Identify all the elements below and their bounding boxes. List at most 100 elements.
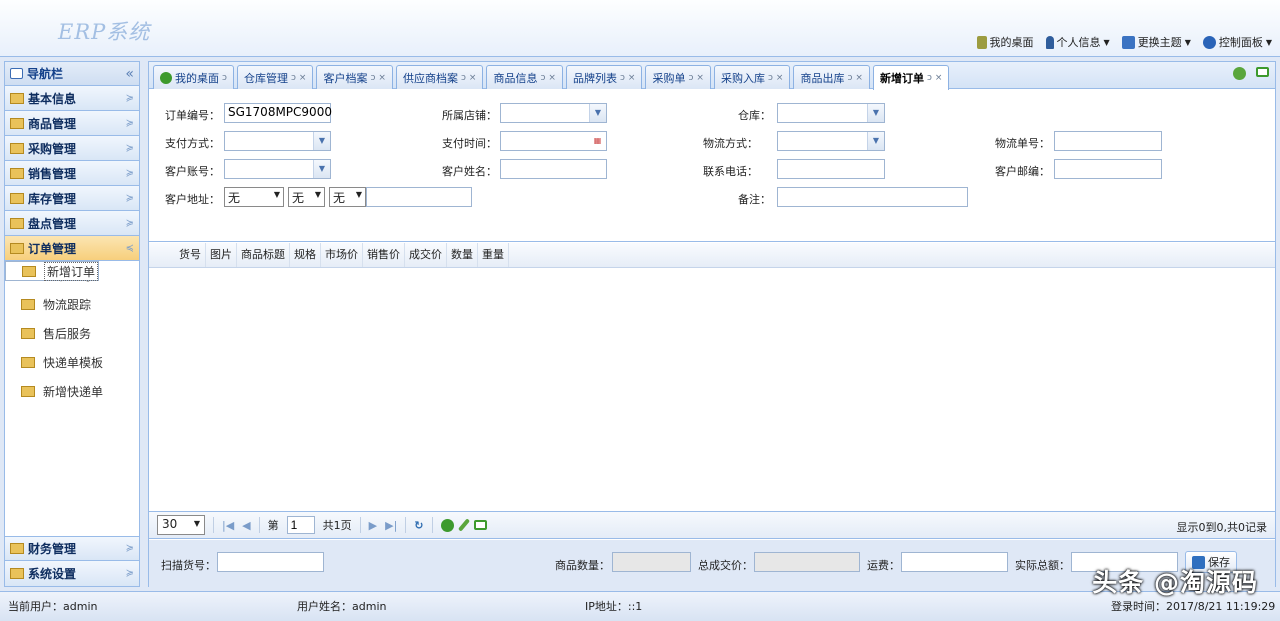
- refresh-icon[interactable]: ↄ: [847, 73, 852, 83]
- logistics-method-select[interactable]: ▼: [777, 131, 885, 151]
- prev-page-icon[interactable]: ◀: [242, 519, 250, 532]
- close-icon[interactable]: ×: [935, 73, 943, 83]
- city-select[interactable]: 无 ▼: [288, 187, 325, 207]
- last-page-icon[interactable]: ▶|: [385, 519, 397, 532]
- topnav-desktop[interactable]: 我的桌面: [976, 34, 1034, 50]
- tab-supplier[interactable]: 供应商档案 ↄ ×: [395, 65, 484, 89]
- sidebar-group-orders[interactable]: 订单管理 ≼: [5, 236, 139, 261]
- warehouse-label: 仓库：: [738, 109, 771, 122]
- sidebar-item-logistics[interactable]: 物流跟踪: [5, 290, 139, 319]
- first-page-icon[interactable]: |◀: [222, 519, 234, 532]
- close-icon[interactable]: ×: [855, 73, 863, 83]
- pay-time-label: 支付时间：: [442, 137, 497, 150]
- topnav-control-panel[interactable]: 控制面板 ▼: [1202, 34, 1272, 50]
- reload-icon[interactable]: ↻: [414, 519, 423, 532]
- page-number-input[interactable]: [286, 516, 315, 534]
- tab-goods-info[interactable]: 商品信息 ↄ ×: [486, 65, 563, 89]
- close-icon[interactable]: ×: [696, 73, 704, 83]
- scan-sku-field[interactable]: [217, 552, 324, 572]
- col-sale-price[interactable]: 销售价: [363, 243, 405, 267]
- remove-icon[interactable]: [473, 520, 487, 530]
- col-spec[interactable]: 规格: [290, 243, 321, 267]
- refresh-icon[interactable]: ↄ: [222, 73, 227, 83]
- topnav-theme[interactable]: 更换主题 ▼: [1121, 34, 1191, 50]
- sidebar-group-finance[interactable]: 财务管理 ≽: [5, 536, 139, 561]
- province-select[interactable]: 无 ▼: [224, 187, 284, 207]
- page-prefix: 第: [267, 519, 279, 532]
- close-icon[interactable]: ×: [299, 73, 307, 83]
- refresh-icon[interactable]: ↄ: [461, 73, 466, 83]
- freight-field[interactable]: [901, 552, 1008, 572]
- sidebar-group-basic[interactable]: 基本信息 ≽: [5, 86, 139, 111]
- sidebar-group-label: 财务管理: [28, 542, 77, 556]
- tab-new-order[interactable]: 新增订单 ↄ ×: [872, 65, 950, 90]
- sidebar-item-new-express[interactable]: 新增快递单: [5, 377, 139, 406]
- topnav-profile[interactable]: 个人信息 ▼: [1045, 34, 1110, 50]
- sidebar-group-purchase[interactable]: 采购管理 ≽: [5, 136, 139, 161]
- customer-name-field[interactable]: [500, 159, 607, 179]
- close-icon[interactable]: ×: [548, 73, 556, 83]
- logistics-no-field[interactable]: [1054, 131, 1162, 151]
- order-no-field[interactable]: SG1708MPC9000: [224, 103, 332, 123]
- sidebar-group-settings[interactable]: 系统设置 ≽: [5, 561, 139, 586]
- refresh-icon[interactable]: ↄ: [620, 73, 625, 83]
- next-page-icon[interactable]: ▶: [369, 519, 377, 532]
- district-select[interactable]: 无 ▼: [329, 187, 366, 207]
- sidebar-group-inventory-check[interactable]: 盘点管理 ≽: [5, 211, 139, 236]
- collapse-icon[interactable]: «: [125, 66, 134, 82]
- sidebar-group-sales[interactable]: 销售管理 ≽: [5, 161, 139, 186]
- refresh-icon[interactable]: ↄ: [927, 73, 932, 83]
- pay-method-select[interactable]: ▼: [224, 131, 331, 151]
- refresh-all-icon[interactable]: [1233, 67, 1246, 80]
- tab-desktop[interactable]: 我的桌面 ↄ: [153, 65, 234, 89]
- refresh-icon[interactable]: ↄ: [291, 73, 296, 83]
- customer-account-select[interactable]: ▼: [224, 159, 331, 179]
- zip-field[interactable]: [1054, 159, 1162, 179]
- expand-icon: ≽: [125, 117, 134, 129]
- close-icon[interactable]: ×: [469, 73, 477, 83]
- col-sku[interactable]: 货号: [175, 243, 206, 267]
- col-qty[interactable]: 数量: [447, 243, 478, 267]
- tab-customer[interactable]: 客户档案 ↄ ×: [316, 65, 393, 89]
- tab-goods-out[interactable]: 商品出库 ↄ ×: [793, 65, 870, 89]
- chevron-down-icon: ▼: [589, 104, 606, 122]
- col-market-price[interactable]: 市场价: [321, 243, 363, 267]
- tab-brand-list[interactable]: 品牌列表 ↄ ×: [565, 65, 643, 89]
- tab-purchase-order[interactable]: 采购单 ↄ ×: [645, 65, 711, 89]
- folder-icon: [10, 242, 24, 254]
- col-title[interactable]: 商品标题: [237, 243, 290, 267]
- store-select[interactable]: ▼: [500, 103, 607, 123]
- expand-icon: ≽: [125, 217, 134, 229]
- minimize-icon[interactable]: [1256, 67, 1269, 77]
- refresh-icon[interactable]: ↄ: [540, 73, 545, 83]
- warehouse-select[interactable]: ▼: [777, 103, 885, 123]
- address-detail-field[interactable]: [366, 187, 472, 207]
- pay-time-field[interactable]: ▦: [500, 131, 607, 151]
- phone-field[interactable]: [777, 159, 885, 179]
- edit-icon[interactable]: [457, 518, 470, 532]
- tab-warehouse[interactable]: 仓库管理 ↄ ×: [236, 65, 314, 89]
- sidebar-item-after-sales[interactable]: 售后服务: [5, 319, 139, 348]
- refresh-icon[interactable]: ↄ: [370, 73, 375, 83]
- close-icon[interactable]: ×: [776, 73, 784, 83]
- col-image[interactable]: 图片: [206, 243, 237, 267]
- close-icon[interactable]: ×: [628, 73, 636, 83]
- tab-purchase-in[interactable]: 采购入库 ↄ ×: [713, 65, 791, 89]
- refresh-icon[interactable]: ↄ: [688, 73, 693, 83]
- page-size-select[interactable]: 30 ▼: [157, 515, 205, 535]
- calendar-icon[interactable]: ▦: [589, 132, 606, 150]
- add-circle-icon[interactable]: [440, 518, 454, 532]
- col-deal-price[interactable]: 成交价: [405, 243, 447, 267]
- remark-field[interactable]: [777, 187, 968, 207]
- close-icon[interactable]: ×: [378, 73, 386, 83]
- sidebar-item-label: 物流跟踪: [43, 298, 92, 312]
- pay-method-label: 支付方式：: [165, 137, 220, 150]
- customer-name-label: 客户姓名：: [442, 165, 497, 178]
- refresh-icon[interactable]: ↄ: [768, 73, 773, 83]
- sidebar-item-new-order[interactable]: 新增订单: [5, 261, 100, 281]
- sidebar-group-goods[interactable]: 商品管理 ≽: [5, 111, 139, 136]
- folder-icon: [10, 568, 24, 579]
- col-weight[interactable]: 重量: [478, 243, 509, 267]
- sidebar-item-express-template[interactable]: 快递单模板: [5, 348, 139, 377]
- sidebar-group-stock[interactable]: 库存管理 ≽: [5, 186, 139, 211]
